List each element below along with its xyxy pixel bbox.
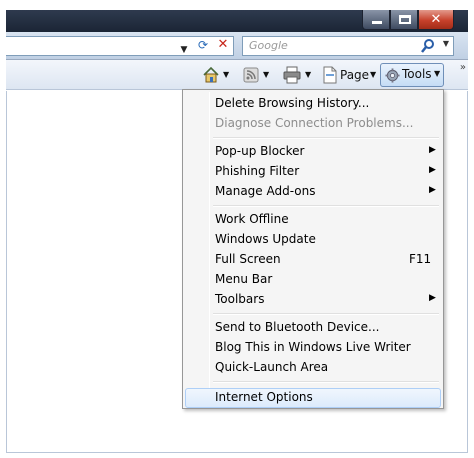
gear-icon	[385, 68, 400, 83]
minimize-icon	[372, 21, 382, 24]
menu-item-pop-up-blocker[interactable]: Pop-up Blocker ▶	[185, 142, 441, 162]
print-icon[interactable]	[282, 66, 302, 84]
submenu-arrow-icon: ▶	[429, 185, 436, 195]
page-menu-button[interactable]: Page	[340, 66, 369, 84]
menu-item-label: Full Screen	[215, 252, 281, 266]
address-toolbar: ▼ ⟳ ✕ Google ▼	[6, 32, 468, 60]
command-bar: ▼ ▼ ▼ Page ▼ Tools ▼ »	[6, 60, 468, 90]
menu-item-windows-update[interactable]: Windows Update	[185, 230, 441, 250]
menu-item-internet-options[interactable]: Internet Options	[185, 388, 441, 408]
stop-icon[interactable]: ✕	[214, 37, 232, 53]
tools-menu-button[interactable]: Tools ▼	[380, 63, 444, 87]
menu-separator	[213, 381, 439, 383]
menu-item-phishing-filter[interactable]: Phishing Filter ▶	[185, 162, 441, 182]
menu-item-diagnose-connection-problems: Diagnose Connection Problems...	[185, 114, 441, 134]
menu-item-full-screen[interactable]: Full Screen F11	[185, 250, 441, 270]
menu-item-label: Menu Bar	[215, 272, 273, 286]
menu-item-label: Send to Bluetooth Device...	[215, 320, 380, 334]
menu-item-label: Manage Add-ons	[215, 184, 316, 198]
minimize-button[interactable]	[362, 10, 390, 30]
menu-item-label: Internet Options	[215, 390, 313, 404]
search-input[interactable]: Google	[249, 39, 288, 52]
menu-item-work-offline[interactable]: Work Offline	[185, 210, 441, 230]
feeds-icon[interactable]	[242, 66, 260, 84]
close-button[interactable]: ✕	[418, 10, 454, 30]
menu-separator	[213, 205, 439, 207]
menu-item-menu-bar[interactable]: Menu Bar	[185, 270, 441, 290]
search-options-icon[interactable]: ▼	[443, 39, 449, 48]
page-icon	[323, 66, 337, 84]
tools-dropdown-icon: ▼	[434, 69, 441, 78]
menu-separator	[213, 137, 439, 139]
maximize-button[interactable]	[390, 10, 418, 30]
menu-item-label: Quick-Launch Area	[215, 360, 329, 374]
tools-label: Tools	[402, 67, 432, 81]
feeds-dropdown-icon[interactable]: ▼	[263, 66, 269, 84]
menu-separator	[213, 313, 439, 315]
address-dropdown-icon[interactable]: ▼	[176, 43, 192, 57]
menu-item-label: Work Offline	[215, 212, 289, 226]
menu-item-label: Delete Browsing History...	[215, 96, 370, 110]
tools-menu: Delete Browsing History... Diagnose Conne…	[182, 89, 444, 409]
submenu-arrow-icon: ▶	[429, 145, 436, 155]
menu-item-toolbars[interactable]: Toolbars ▶	[185, 290, 441, 310]
submenu-arrow-icon: ▶	[429, 165, 436, 175]
menu-item-blog-this-in-windows-live-writer[interactable]: Blog This in Windows Live Writer	[185, 338, 441, 358]
menu-item-label: Windows Update	[215, 232, 316, 246]
maximize-icon	[399, 15, 411, 24]
menu-item-send-to-bluetooth-device[interactable]: Send to Bluetooth Device...	[185, 318, 441, 338]
menu-item-label: Pop-up Blocker	[215, 144, 305, 158]
menu-item-label: Toolbars	[215, 292, 265, 306]
menu-item-manage-add-ons[interactable]: Manage Add-ons ▶	[185, 182, 441, 202]
menu-item-delete-browsing-history[interactable]: Delete Browsing History...	[185, 94, 441, 114]
menu-item-label: Blog This in Windows Live Writer	[215, 340, 411, 354]
close-icon: ✕	[430, 12, 442, 27]
search-box[interactable]: Google ▼	[242, 36, 454, 56]
submenu-arrow-icon: ▶	[429, 293, 436, 303]
menu-item-quick-launch-area[interactable]: Quick-Launch Area	[185, 358, 441, 378]
page-dropdown-icon[interactable]: ▼	[370, 66, 376, 84]
browser-window: ✕ ▼ ⟳ ✕ Google ▼ ▼ ▼ ▼ Page ▼ Tools ▼ » …	[0, 0, 474, 458]
menu-item-label: Diagnose Connection Problems...	[215, 116, 414, 130]
home-dropdown-icon[interactable]: ▼	[223, 66, 229, 84]
window-controls: ✕	[362, 10, 454, 32]
home-icon[interactable]	[202, 66, 220, 84]
menu-item-label: Phishing Filter	[215, 164, 300, 178]
title-bar: ✕	[6, 10, 468, 32]
print-dropdown-icon[interactable]: ▼	[305, 66, 311, 84]
more-commands-chevron[interactable]: »	[460, 62, 466, 73]
menu-item-shortcut: F11	[409, 252, 432, 266]
refresh-icon[interactable]: ⟳	[194, 37, 212, 53]
search-icon[interactable]	[421, 38, 435, 54]
